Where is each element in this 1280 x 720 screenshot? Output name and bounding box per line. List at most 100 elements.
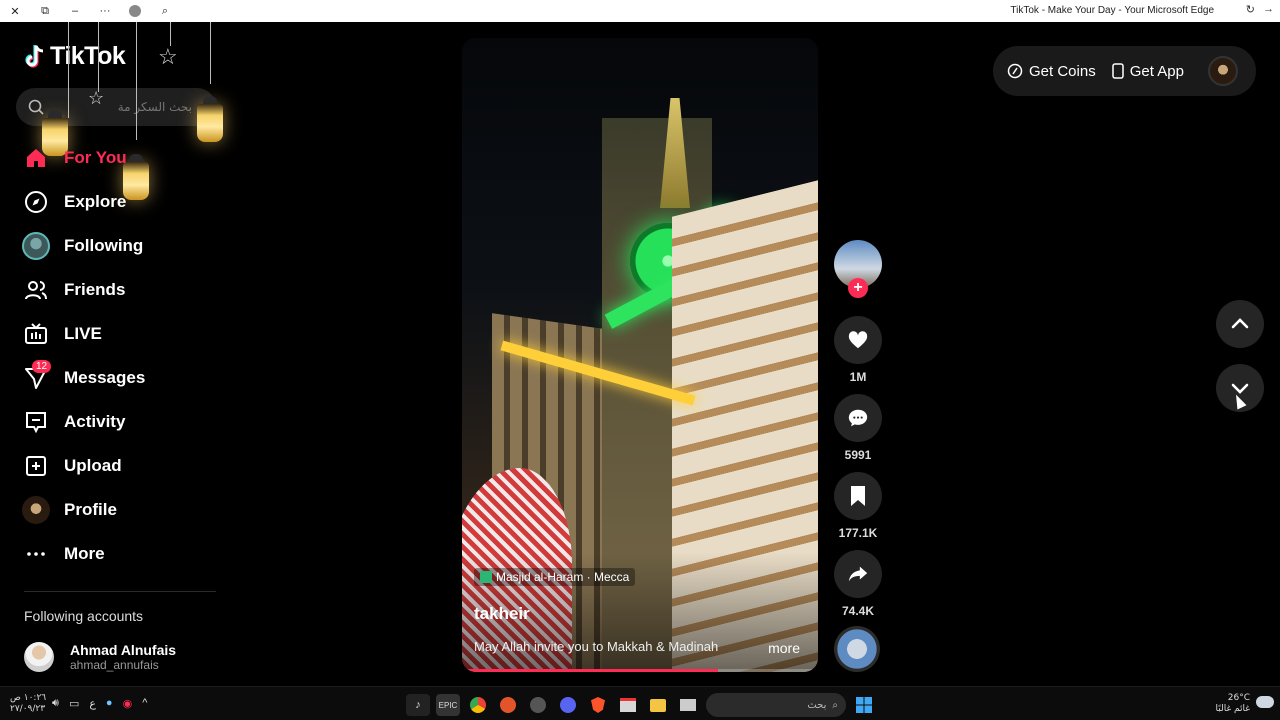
share-count: 74.4K <box>841 604 875 618</box>
account-avatar <box>24 642 54 672</box>
brave-icon[interactable] <box>586 694 610 716</box>
upload-icon <box>22 452 50 480</box>
user-avatar[interactable] <box>1207 56 1238 86</box>
caption-more-link[interactable]: more <box>768 640 800 656</box>
window-app-icon[interactable] <box>676 694 700 716</box>
like-button[interactable] <box>834 316 882 364</box>
account-handle: ahmad_annufais <box>70 658 159 672</box>
get-app-label: Get App <box>1129 62 1184 80</box>
close-icon[interactable]: ✕ <box>0 0 30 22</box>
previous-video-button[interactable] <box>1216 300 1264 348</box>
tiktok-logo[interactable]: TikTok <box>24 42 126 71</box>
music-disc[interactable] <box>834 626 880 672</box>
nav-label: Profile <box>64 500 117 519</box>
bookmark-icon <box>851 486 865 506</box>
discord-icon[interactable] <box>556 694 580 716</box>
lantern-rope <box>68 22 69 118</box>
microphone-icon[interactable]: ● <box>106 697 113 710</box>
chevron-up-icon[interactable]: ^ <box>142 697 147 710</box>
nav-label: Following <box>64 236 144 255</box>
epic-app-icon[interactable]: EPIC <box>436 694 460 716</box>
language-indicator[interactable]: ع <box>89 697 96 710</box>
minimize-icon[interactable]: – <box>60 0 90 22</box>
steam-icon[interactable] <box>526 694 550 716</box>
windows-start-icon[interactable] <box>852 694 876 716</box>
get-coins-label: Get Coins <box>1029 62 1096 80</box>
friends-icon <box>22 276 50 304</box>
video-author[interactable]: takheir <box>474 604 530 624</box>
store-icon[interactable] <box>616 694 640 716</box>
main-nav: For You Explore Following Friends LIVE 1… <box>0 136 230 576</box>
taskbar-search[interactable]: بحث ⌕ <box>706 693 846 717</box>
cloud-icon <box>1256 696 1274 708</box>
nav-item-profile[interactable]: Profile <box>0 488 230 532</box>
profile-avatar <box>22 496 50 524</box>
star-decoration: ☆ <box>158 44 178 69</box>
video-player[interactable]: Masjid al-Haram · Mecca takheir May Alla… <box>462 38 818 672</box>
taskbar-clock[interactable]: ١٠:٢٦ ص ٢٧/٠٩/٢٣ <box>10 693 46 715</box>
nav-item-upload[interactable]: Upload <box>0 444 230 488</box>
game-app-icon[interactable] <box>496 694 520 716</box>
nav-item-for-you[interactable]: For You <box>0 136 230 180</box>
nav-item-explore[interactable]: Explore <box>0 180 230 224</box>
nav-label: Upload <box>64 456 122 475</box>
messages-badge: 12 <box>32 360 52 373</box>
taskbar-search-label: بحث <box>807 699 827 711</box>
search-icon <box>28 99 44 115</box>
forward-icon[interactable]: → <box>1263 3 1274 16</box>
nav-item-activity[interactable]: Activity <box>0 400 230 444</box>
activity-icon <box>22 408 50 436</box>
taskbar-date: ٢٧/٠٩/٢٣ <box>10 704 46 714</box>
tiktok-app-icon[interactable]: ♪ <box>406 694 430 716</box>
coin-icon <box>1007 63 1023 79</box>
tab-actions-icon[interactable]: ⧉ <box>30 0 60 22</box>
compass-icon <box>22 188 50 216</box>
refresh-icon[interactable]: ↻ <box>1246 3 1255 16</box>
share-button[interactable] <box>834 550 882 598</box>
search-icon: ⌕ <box>832 699 838 711</box>
search-input[interactable] <box>52 100 192 114</box>
taskbar-time: ١٠:٢٦ ص <box>10 693 47 703</box>
tray-app-icon[interactable]: ◉ <box>123 697 133 710</box>
get-coins-button[interactable]: Get Coins <box>1007 63 1096 80</box>
nav-label: Activity <box>64 412 126 431</box>
profile-icon[interactable] <box>120 0 150 22</box>
following-account-item[interactable]: Ahmad Alnufais ahmad_annufais <box>24 642 176 672</box>
follow-button[interactable]: + <box>848 278 868 298</box>
taskbar-apps: ♪ EPIC بحث ⌕ <box>406 693 876 717</box>
heart-icon <box>848 331 868 349</box>
home-icon <box>22 144 50 172</box>
file-explorer-icon[interactable] <box>646 694 670 716</box>
account-name: Ahmad Alnufais <box>70 642 177 658</box>
volume-icon[interactable]: 🔊︎ <box>52 697 59 710</box>
live-tv-icon <box>22 320 50 348</box>
nav-item-following[interactable]: Following <box>0 224 230 268</box>
comment-button[interactable] <box>834 394 882 442</box>
nav-label: More <box>64 544 105 563</box>
nav-label: Explore <box>64 192 127 211</box>
chevron-up-icon <box>1231 318 1249 329</box>
location-tag[interactable]: Masjid al-Haram · Mecca <box>474 568 636 586</box>
get-app-button[interactable]: Get App <box>1111 62 1184 80</box>
save-button[interactable] <box>834 472 882 520</box>
weather-widget[interactable]: 26°C غائم غالبًا <box>1216 693 1250 715</box>
star-rope <box>170 22 171 46</box>
more-options-icon[interactable]: ··· <box>90 0 120 22</box>
nav-item-messages[interactable]: 12 Messages <box>0 356 230 400</box>
video-caption: May Allah invite you to Makkah & Madinah <box>474 639 719 654</box>
lantern-rope <box>98 22 99 92</box>
following-avatar <box>22 232 50 260</box>
video-progress-bar[interactable] <box>462 669 818 672</box>
zoom-icon[interactable]: ⌕ <box>150 0 180 22</box>
weather-temp: 26°C <box>1227 693 1250 703</box>
nav-item-more[interactable]: More <box>0 532 230 576</box>
save-count: 177.1K <box>838 526 878 540</box>
nav-item-live[interactable]: LIVE <box>0 312 230 356</box>
nav-item-friends[interactable]: Friends <box>0 268 230 312</box>
network-icon[interactable]: ▭ <box>69 697 79 710</box>
sidebar: TikTok ☆ ☆ For You Explore Following Fri… <box>0 22 230 686</box>
comment-icon <box>848 409 868 427</box>
weather-desc: غائم غالبًا <box>1215 704 1250 714</box>
chrome-icon[interactable] <box>466 694 490 716</box>
share-icon <box>848 566 868 582</box>
